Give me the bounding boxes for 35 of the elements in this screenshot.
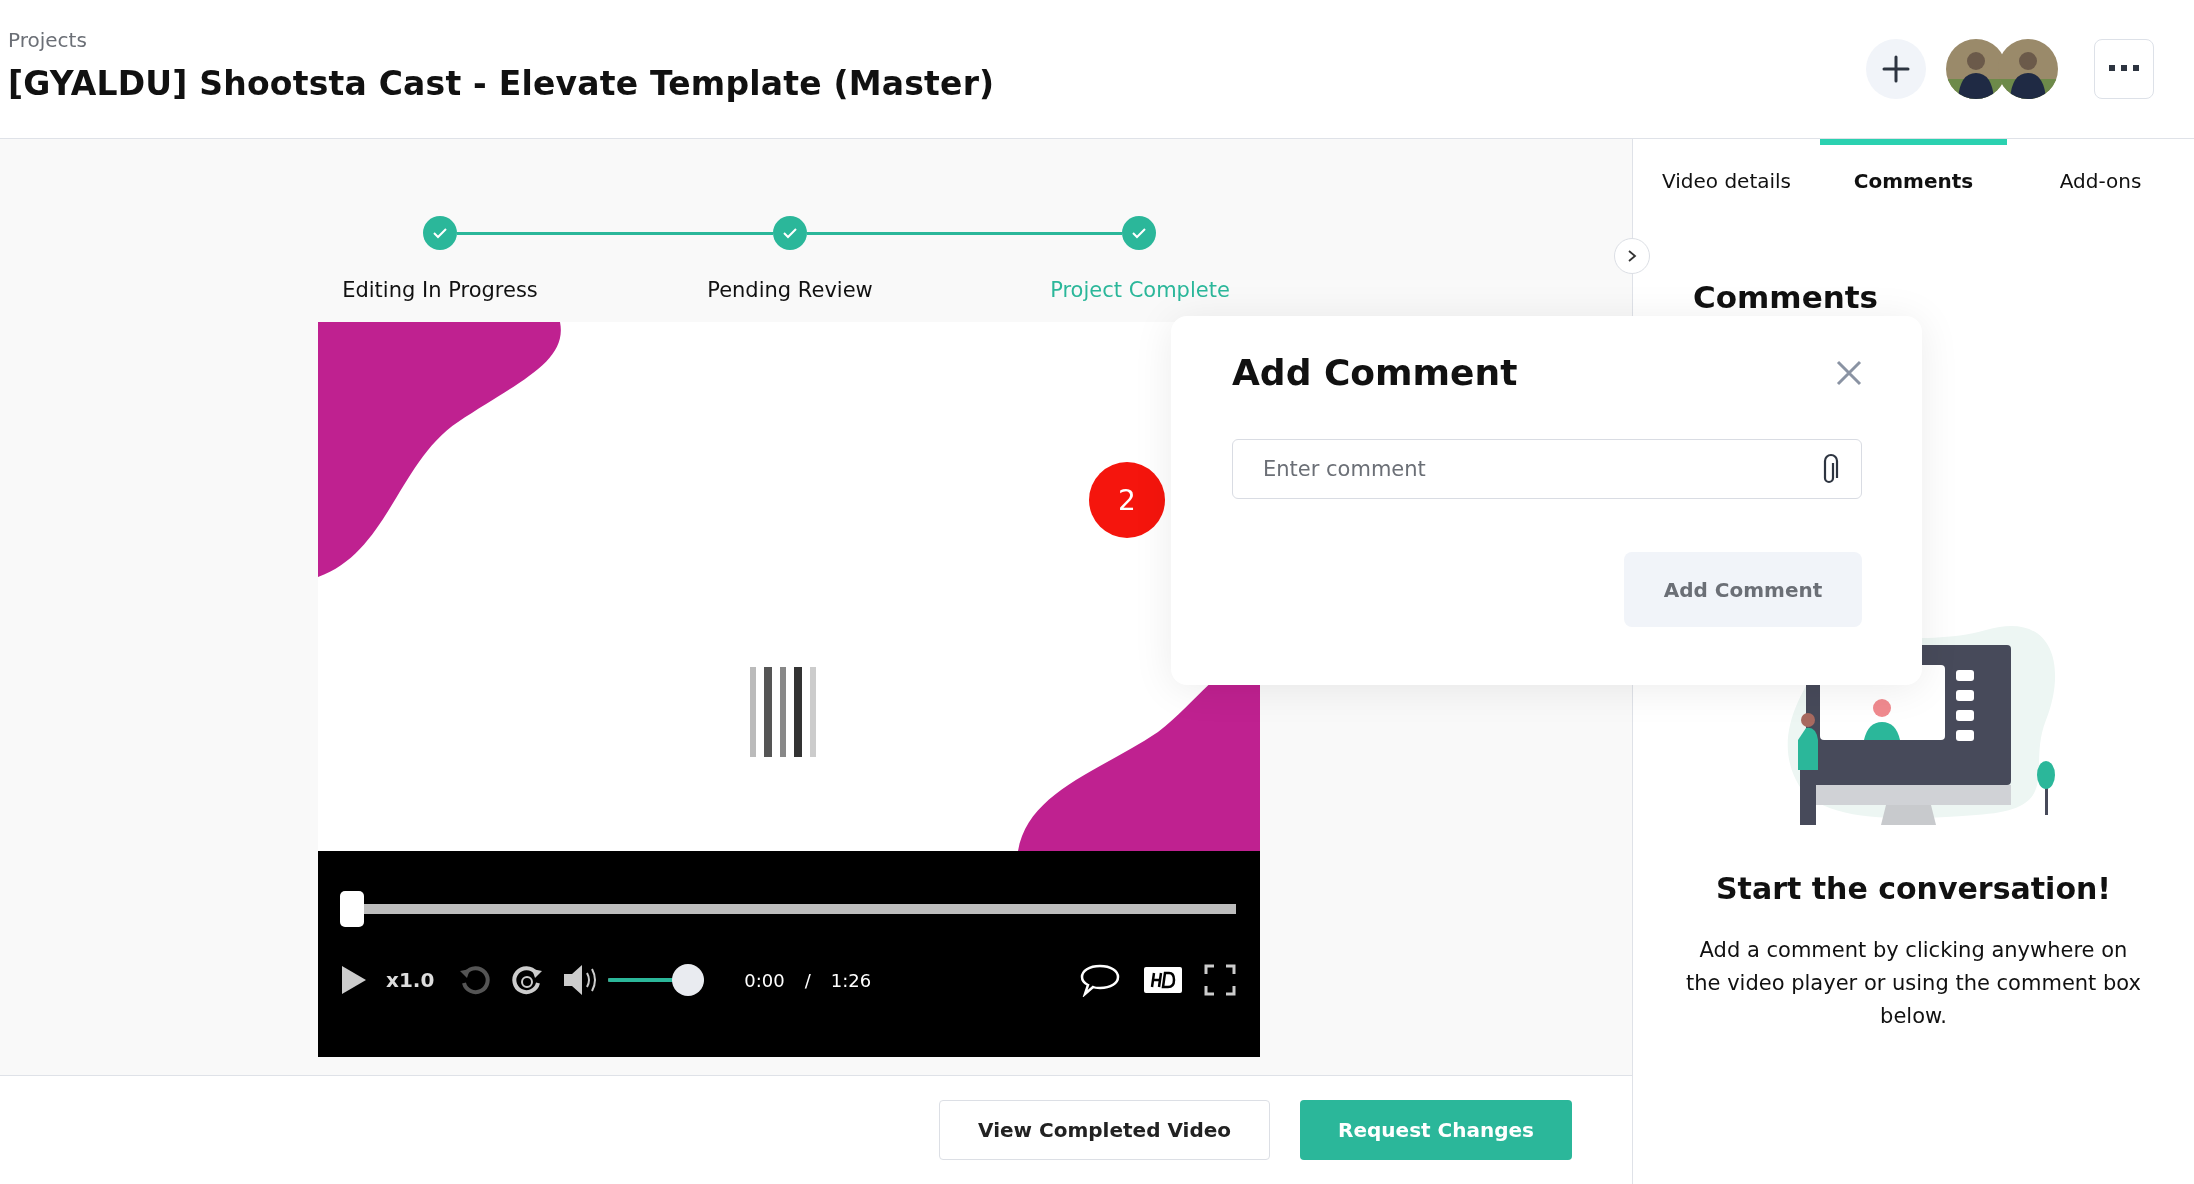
step-label: Pending Review [707,278,873,302]
popup-title: Add Comment [1232,352,1518,393]
more-button[interactable] [2094,39,2154,99]
breadcrumb-link[interactable]: Projects [8,27,995,52]
play-button[interactable] [340,965,368,995]
panel-heading: Comments [1693,279,1880,315]
step-label: Project Complete [1050,278,1230,302]
current-time: 0:00 [744,969,785,991]
tab[interactable]: Comments [1820,139,2007,217]
view-video-button[interactable]: View Completed Video [939,1100,1271,1160]
time-separator: / [804,969,811,991]
plus-icon [1881,54,1911,84]
close-button[interactable] [1836,359,1862,386]
duration: 1:26 [830,969,872,991]
page-title: [GYALDU] Shootsta Cast - Elevate Template (Master) [8,63,995,103]
speed-button[interactable]: x1.0 [386,968,435,992]
comment-field[interactable]: Enter comment [1232,439,1862,499]
more-icon [2109,65,2139,73]
tab[interactable]: Video details [1633,139,1820,217]
tab[interactable]: Add-ons [2007,139,2194,217]
rewind-button[interactable] [458,963,493,997]
empty-title: Start the conversation! [1714,871,2113,906]
step-label: Editing In Progress [342,278,538,302]
volume-thumb[interactable] [672,964,705,996]
close-icon [1836,359,1862,386]
chevron-icon [1626,249,1638,263]
fullscreen-button[interactable] [1204,964,1236,996]
empty-message: Add a comment by clicking anywhere on the video player or using the comment box below. [1685,937,2142,1030]
progress-thumb[interactable] [340,891,364,927]
hd-button[interactable] [1144,967,1182,993]
avatar [1998,39,2058,99]
add-comment-button[interactable]: Add Comment [1624,552,1862,627]
forward-button[interactable] [510,963,545,997]
comment-button[interactable] [1080,963,1120,997]
collapse-button[interactable] [1614,238,1650,274]
